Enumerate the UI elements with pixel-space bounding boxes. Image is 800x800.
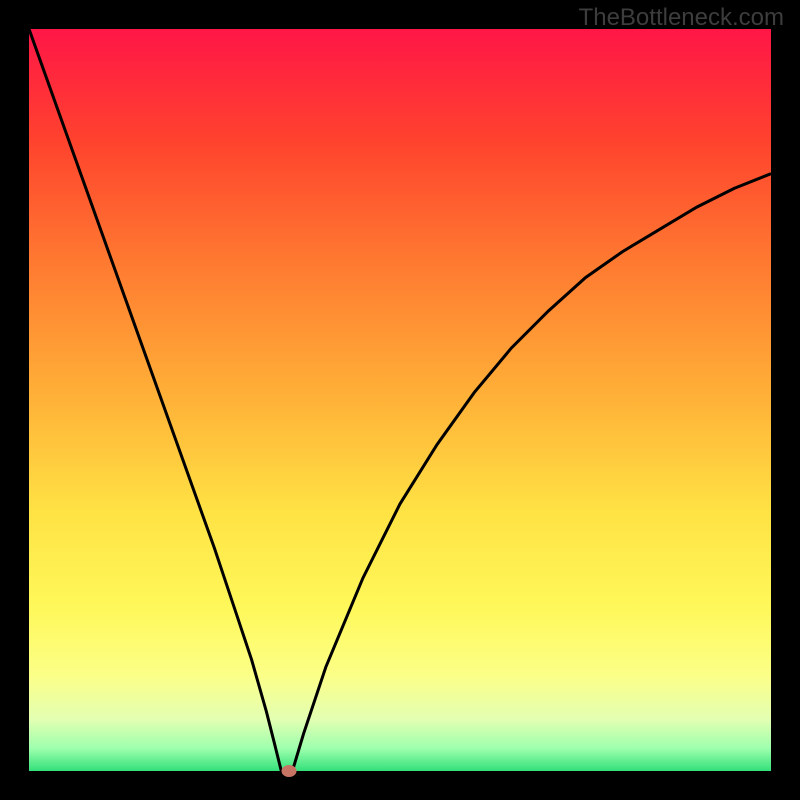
watermark-text: TheBottleneck.com (579, 4, 784, 32)
chart-frame: TheBottleneck.com (0, 0, 800, 800)
plot-area (29, 29, 771, 771)
curve-layer (29, 29, 771, 771)
bottleneck-curve (29, 29, 771, 771)
optimal-point-marker (281, 765, 296, 777)
